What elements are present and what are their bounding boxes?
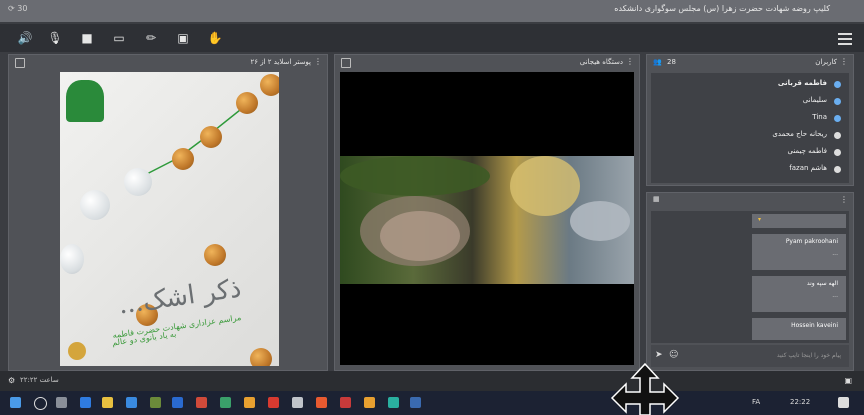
camera-icon[interactable]: ■ [78, 29, 96, 47]
user-icon [834, 98, 841, 105]
attendee-item[interactable]: فاطمه چیمنی [787, 147, 827, 155]
status-bar: ⚙ ساعت ۲۲:۲۲ ▣ [0, 371, 864, 391]
chat-input[interactable]: پیام خود را اینجا تایپ کنید [777, 352, 841, 359]
emoji-icon[interactable]: ☺ [669, 350, 678, 360]
chat-message-text: ... [832, 250, 838, 257]
video-title: دستگاه هیجانی [579, 58, 623, 66]
app-icon[interactable] [388, 397, 399, 408]
app-icon[interactable] [220, 397, 231, 408]
chat-message-text: ▾ [758, 216, 762, 223]
user-icon [834, 81, 841, 88]
presentation-panel-header: پوستر اسلاید ۲ از ۲۶ ⋮ [9, 55, 327, 71]
bead [236, 92, 258, 114]
notification-icon[interactable] [838, 397, 849, 408]
attendee-item[interactable]: Tina [812, 113, 827, 121]
language-indicator[interactable]: FA [752, 398, 760, 406]
app-icon[interactable] [340, 397, 351, 408]
chat-message-text: ... [832, 292, 838, 299]
search-icon[interactable] [34, 397, 47, 410]
pearl [60, 244, 84, 274]
video-panel-header: دستگاه هیجانی ⋮ [335, 55, 639, 71]
chrome-icon[interactable] [268, 397, 279, 408]
move-cursor-icon [610, 362, 680, 415]
status-text: ساعت ۲۲:۲۲ [20, 376, 59, 384]
attendees-panel-header: 👥 28 کاربران ⋮ [647, 55, 853, 71]
chat-message: Hossein kaveini [752, 318, 846, 340]
mic-off-icon[interactable]: 🎙 [46, 29, 64, 47]
panel-menu-icon[interactable]: ⋮ [840, 195, 848, 204]
speaker-icon[interactable]: 🔊 [16, 29, 34, 47]
chat-message-author: Hossein kaveini [791, 322, 838, 329]
user-icon [834, 132, 841, 139]
pearl [80, 190, 110, 220]
video-frame [340, 156, 634, 284]
fullscreen-icon[interactable] [15, 58, 25, 68]
attendees-title: کاربران [815, 58, 837, 66]
bead [200, 126, 222, 148]
folder-icon[interactable] [102, 397, 113, 408]
chat-icon: ▦ [653, 195, 660, 203]
user-icon [834, 115, 841, 122]
app-icon[interactable] [292, 397, 303, 408]
poster-image: ذکر اشک... مراسم عزاداری شهادت حضرت فاطم… [60, 72, 279, 366]
bead [172, 148, 194, 170]
attendee-item[interactable]: هاشم fazan [789, 164, 827, 172]
hand-icon[interactable]: ✋ [206, 29, 224, 47]
window-title: کلیپ روضه شهادت حضرت زهرا (س) مجلس سوگوا… [614, 4, 830, 13]
user-icon [834, 149, 841, 156]
video-player[interactable] [340, 72, 634, 365]
menu-icon[interactable] [838, 30, 852, 48]
panel-menu-icon[interactable]: ⋮ [314, 57, 322, 66]
user-icon [834, 166, 841, 173]
chat-message: ▾ [752, 214, 846, 228]
pen-icon[interactable]: ✏ [142, 29, 160, 47]
presentation-title: پوستر اسلاید ۲ از ۲۶ [250, 58, 311, 66]
clock[interactable]: 22:22 [790, 398, 810, 406]
store-icon[interactable] [126, 397, 137, 408]
chat-panel-header: ▦ ⋮ [647, 193, 853, 209]
screen-icon[interactable]: ▭ [110, 29, 128, 47]
start-icon[interactable] [10, 397, 21, 408]
app-icon[interactable] [364, 397, 375, 408]
bead [250, 348, 272, 366]
attendees-panel: 👥 28 کاربران ⋮ فاطمه قربانی سلیمانی Tina… [646, 54, 854, 186]
acrobat-icon[interactable] [196, 397, 207, 408]
app-icon[interactable] [150, 397, 161, 408]
attendee-item[interactable]: فاطمه قربانی [778, 79, 827, 87]
attendees-list: فاطمه قربانی سلیمانی Tina ریحانه حاج محم… [651, 73, 849, 183]
edge-icon[interactable] [80, 397, 91, 408]
toolbar: 🔊 🎙 ■ ▭ ✏ ▣ ✋ [0, 24, 864, 52]
title-left-text: ⟳ 30 [8, 4, 28, 13]
attendee-item[interactable]: سلیمانی [803, 96, 827, 104]
attendee-count: 28 [667, 58, 676, 66]
panel-menu-icon[interactable]: ⋮ [626, 57, 634, 66]
panel-menu-icon[interactable]: ⋮ [840, 57, 848, 66]
users-icon: 👥 [653, 58, 662, 66]
word-icon[interactable] [172, 397, 183, 408]
fullscreen-icon[interactable] [341, 58, 351, 68]
chat-message: Pyam pakroohani ... [752, 234, 846, 270]
app-icon[interactable] [244, 397, 255, 408]
send-icon[interactable]: ➤ [655, 350, 663, 360]
task-view-icon[interactable] [56, 397, 67, 408]
settings-icon[interactable]: ⚙ [8, 376, 15, 385]
seal-icon [68, 342, 86, 360]
chat-message: الهه سپه وند ... [752, 276, 846, 312]
pearl [124, 168, 152, 196]
attendee-item[interactable]: ریحانه حاج محمدی [772, 130, 827, 138]
layout-icon[interactable]: ▣ [844, 376, 852, 385]
whiteboard-icon[interactable]: ▣ [174, 29, 192, 47]
window-title-bar: ⟳ 30 کلیپ روضه شهادت حضرت زهرا (س) مجلس … [0, 0, 864, 22]
bead [204, 244, 226, 266]
os-taskbar: FA 22:22 [0, 391, 864, 415]
chat-message-author: Pyam pakroohani [785, 238, 838, 245]
bead [260, 74, 279, 96]
app-icon[interactable] [316, 397, 327, 408]
chat-message-author: الهه سپه وند [806, 280, 838, 287]
app-icon[interactable] [410, 397, 421, 408]
